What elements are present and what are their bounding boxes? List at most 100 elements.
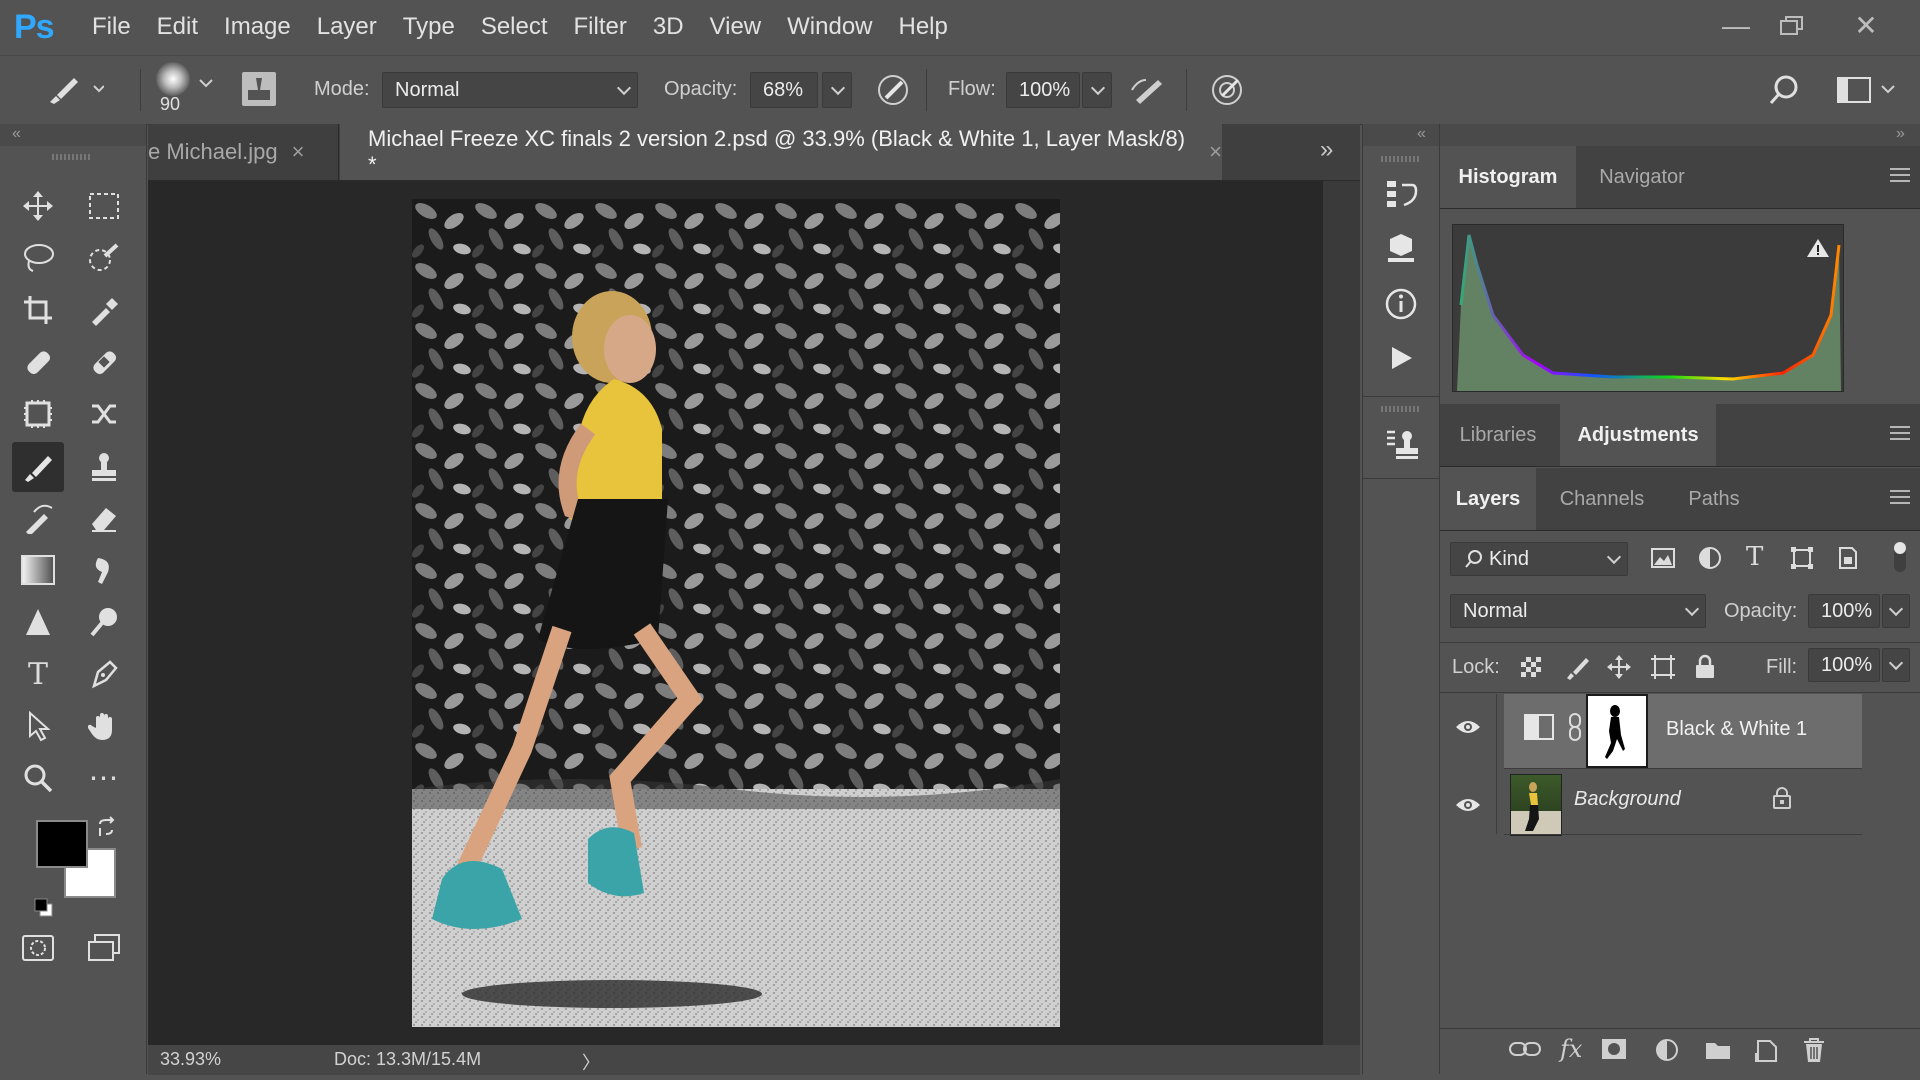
menu-layer[interactable]: Layer: [317, 13, 377, 41]
mode-dropdown[interactable]: Normal: [382, 72, 638, 108]
brush-preview-icon[interactable]: [156, 62, 190, 96]
panel-menu-icon[interactable]: [1890, 490, 1910, 504]
filter-smart-object-icon[interactable]: [1836, 546, 1860, 575]
close-icon[interactable]: ✕: [1840, 8, 1892, 44]
tab-active-document[interactable]: Michael Freeze XC finals 2 version 2.psd…: [340, 124, 1222, 180]
tool-presets-icon[interactable]: [1381, 424, 1421, 464]
pressure-opacity-icon[interactable]: [874, 72, 912, 113]
healing-brush-tool-icon[interactable]: [82, 340, 126, 384]
layer-name[interactable]: Black & White 1: [1666, 718, 1807, 741]
tab-channels[interactable]: Channels: [1540, 468, 1664, 530]
filter-pixel-icon[interactable]: [1650, 546, 1676, 575]
quick-selection-tool-icon[interactable]: [82, 236, 126, 280]
minimize-icon[interactable]: —: [1710, 8, 1762, 44]
layer-visibility-eye-icon[interactable]: [1454, 794, 1482, 822]
brush-settings-panel-icon[interactable]: [242, 72, 276, 106]
blend-mode-dropdown[interactable]: Normal: [1450, 594, 1706, 628]
tab-libraries[interactable]: Libraries: [1440, 404, 1556, 466]
lock-artboard-icon[interactable]: [1650, 654, 1676, 685]
right-panels-collapse-strip[interactable]: »: [1440, 124, 1920, 146]
tab-paths[interactable]: Paths: [1666, 468, 1762, 530]
swap-colors-icon[interactable]: [96, 816, 118, 843]
crop-tool-icon[interactable]: [16, 288, 60, 332]
hand-tool-icon[interactable]: [82, 704, 126, 748]
default-colors-icon[interactable]: [34, 898, 54, 923]
lock-image-pixels-icon[interactable]: [1564, 654, 1590, 685]
tab-histogram[interactable]: Histogram: [1440, 146, 1576, 208]
gradient-tool-icon[interactable]: [16, 548, 60, 592]
more-tools-icon[interactable]: ⋯: [82, 756, 126, 800]
add-layer-mask-icon[interactable]: [1600, 1037, 1628, 1066]
brush-picker-chevron-icon[interactable]: [198, 76, 214, 95]
status-menu-arrow-icon[interactable]: 〉: [582, 1049, 600, 1075]
flow-field[interactable]: 100%: [1006, 72, 1080, 108]
quick-mask-icon[interactable]: [16, 926, 60, 970]
new-layer-icon[interactable]: [1754, 1037, 1780, 1068]
info-icon[interactable]: [1381, 284, 1421, 324]
brush-tool-preset-icon[interactable]: [44, 72, 105, 113]
link-icon[interactable]: [1566, 712, 1584, 747]
filter-shape-icon[interactable]: [1790, 546, 1814, 575]
path-selection-tool-icon[interactable]: [16, 704, 60, 748]
airbrush-icon[interactable]: [1128, 72, 1170, 113]
menu-3d[interactable]: 3D: [653, 13, 684, 41]
link-layers-icon[interactable]: [1508, 1037, 1542, 1066]
menu-filter[interactable]: Filter: [574, 13, 627, 41]
menu-file[interactable]: File: [92, 13, 131, 41]
menu-select[interactable]: Select: [481, 13, 548, 41]
layer-row-background[interactable]: Background: [1504, 770, 1862, 836]
sharpen-tool-icon[interactable]: [16, 600, 60, 644]
clone-stamp-tool-icon[interactable]: [82, 444, 126, 488]
marquee-tool-icon[interactable]: [82, 184, 126, 228]
restore-icon[interactable]: [1766, 8, 1818, 44]
menu-edit[interactable]: Edit: [157, 13, 198, 41]
tools-collapse-strip[interactable]: «: [0, 124, 146, 146]
layer-row-black-white[interactable]: Black & White 1: [1504, 694, 1862, 768]
spot-healing-tool-icon[interactable]: [16, 340, 60, 384]
panel-menu-icon[interactable]: [1890, 426, 1910, 440]
panel-menu-icon[interactable]: [1890, 168, 1910, 182]
filter-type-icon[interactable]: T: [1746, 542, 1763, 572]
foreground-color-swatch[interactable]: [36, 820, 88, 868]
content-aware-tool-icon[interactable]: [16, 392, 60, 436]
move-tool-icon[interactable]: [16, 184, 60, 228]
tab-adjustments[interactable]: Adjustments: [1560, 404, 1716, 466]
lock-position-icon[interactable]: [1606, 654, 1632, 685]
zoom-tool-icon[interactable]: [16, 756, 60, 800]
opacity-field[interactable]: 68%: [750, 72, 818, 108]
search-icon[interactable]: [1766, 72, 1802, 113]
lasso-tool-icon[interactable]: [16, 236, 60, 280]
layer-opacity-slider-toggle[interactable]: [1882, 594, 1910, 628]
pressure-size-icon[interactable]: [1208, 72, 1246, 113]
type-tool-icon[interactable]: T: [16, 652, 60, 696]
zoom-level[interactable]: 33.93%: [160, 1049, 221, 1070]
vertical-scrollbar[interactable]: [1323, 181, 1360, 1045]
history-panel-icon[interactable]: [1381, 174, 1421, 214]
close-tab-icon[interactable]: ×: [292, 139, 305, 165]
screen-mode-icon[interactable]: [82, 926, 126, 970]
menu-image[interactable]: Image: [224, 13, 291, 41]
workspace-icon[interactable]: [1836, 74, 1896, 111]
filter-kind-dropdown[interactable]: Kind: [1450, 542, 1628, 576]
opacity-slider-toggle[interactable]: [822, 72, 852, 108]
flow-slider-toggle[interactable]: [1082, 72, 1112, 108]
layer-mask-thumbnail[interactable]: [1586, 694, 1648, 768]
smudge-tool-icon[interactable]: [82, 548, 126, 592]
tab-michael-jpg[interactable]: e Michael.jpg ×: [148, 124, 338, 180]
layer-visibility-eye-icon[interactable]: [1454, 716, 1482, 744]
new-group-folder-icon[interactable]: [1704, 1039, 1732, 1066]
layer-effects-fx-icon[interactable]: fx: [1560, 1035, 1582, 1063]
brush-tool-icon[interactable]: [12, 442, 64, 492]
menu-view[interactable]: View: [710, 13, 762, 41]
actions-play-icon[interactable]: [1381, 338, 1421, 378]
layer-opacity-field[interactable]: 100%: [1808, 594, 1880, 628]
lock-transparent-pixels-icon[interactable]: [1520, 656, 1542, 683]
document-image[interactable]: [412, 199, 1060, 1027]
tab-navigator[interactable]: Navigator: [1580, 146, 1704, 208]
fill-slider-toggle[interactable]: [1882, 648, 1910, 682]
menu-window[interactable]: Window: [787, 13, 872, 41]
icon-column-collapse-strip[interactable]: «: [1363, 124, 1439, 146]
new-adjustment-layer-icon[interactable]: [1654, 1037, 1680, 1068]
history-brush-tool-icon[interactable]: [16, 496, 60, 540]
layer-name[interactable]: Background: [1574, 788, 1681, 811]
